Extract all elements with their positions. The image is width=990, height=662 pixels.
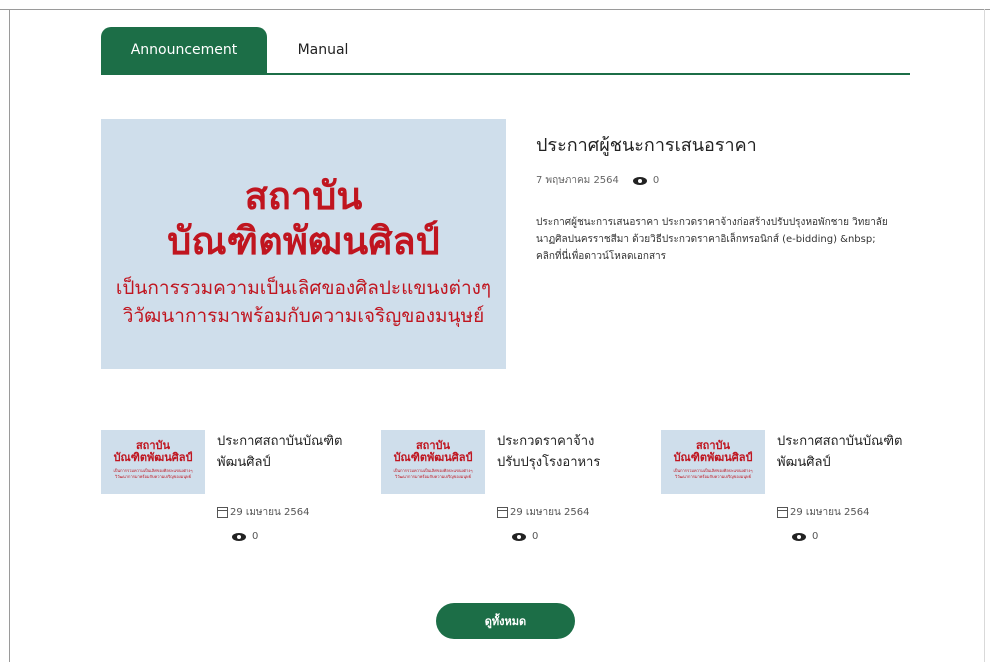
thumb-title-line1: สถาบัน (415, 439, 451, 452)
tab-underline (101, 73, 910, 75)
card-title[interactable]: ประกวดราคาจ้างปรับปรุงโรงอาหาร (497, 431, 627, 473)
tab-manual[interactable]: Manual (267, 27, 379, 73)
thumb-title-line1: สถาบัน (135, 439, 171, 452)
calendar-icon (217, 507, 228, 518)
card-date: 29 เมษายน 2564 (497, 505, 589, 520)
news-card[interactable]: สถาบัน บัณฑิตพัฒนศิลป์ เป็นการรวมความเป็… (661, 430, 921, 560)
card-views: 0 (512, 531, 538, 542)
card-date-text: 29 เมษายน 2564 (230, 507, 310, 518)
frame-border-right (984, 9, 985, 662)
featured-date: 7 พฤษภาคม 2564 (536, 175, 619, 186)
card-view-count: 0 (812, 531, 819, 542)
card-view-count: 0 (252, 531, 259, 542)
card-thumbnail[interactable]: สถาบัน บัณฑิตพัฒนศิลป์ เป็นการรวมความเป็… (101, 430, 205, 494)
thumb-subtitle-line2: วิวัฒนาการมาพร้อมกับความเจริญของมนุษย์ (394, 474, 472, 479)
featured-views: 0 (632, 175, 660, 186)
image-subtitle-line1: เป็นการรวมความเป็นเลิศของศิลปะแขนงต่างๆ (115, 277, 492, 299)
card-views: 0 (792, 531, 818, 542)
card-title[interactable]: ประกาศสถาบันบัณฑิตพัฒนศิลป์ (777, 431, 907, 473)
card-thumbnail[interactable]: สถาบัน บัณฑิตพัฒนศิลป์ เป็นการรวมความเป็… (381, 430, 485, 494)
card-date: 29 เมษายน 2564 (777, 505, 869, 520)
eye-icon (792, 532, 806, 541)
tab-announcement[interactable]: Announcement (101, 27, 267, 73)
card-date-text: 29 เมษายน 2564 (790, 507, 870, 518)
card-date-text: 29 เมษายน 2564 (510, 507, 590, 518)
card-view-count: 0 (532, 531, 539, 542)
frame-border-top (0, 9, 990, 10)
thumb-title-line2: บัณฑิตพัฒนศิลป์ (673, 451, 753, 464)
image-subtitle-line2: วิวัฒนาการมาพร้อมกับความเจริญของมนุษย์ (122, 305, 485, 327)
tab-bar: Announcement Manual (101, 27, 910, 75)
featured-description: ประกาศผู้ชนะการเสนอราคา ประกวดราคาจ้างก่… (536, 217, 888, 262)
frame-border-left (9, 9, 10, 662)
card-title[interactable]: ประกาศสถาบันบัณฑิตพัฒนศิลป์ (217, 431, 347, 473)
news-card[interactable]: สถาบัน บัณฑิตพัฒนศิลป์ เป็นการรวมความเป็… (381, 430, 641, 560)
view-all-button[interactable]: ดูทั้งหมด (436, 603, 575, 639)
image-title-line2: บัณฑิตพัฒนศิลป์ (167, 219, 440, 263)
image-title-line1: สถาบัน (244, 174, 363, 218)
thumb-title-line1: สถาบัน (695, 439, 731, 452)
featured-view-count: 0 (652, 175, 660, 186)
eye-icon (632, 176, 647, 185)
thumb-subtitle-line2: วิวัฒนาการมาพร้อมกับความเจริญของมนุษย์ (114, 474, 192, 479)
card-views: 0 (232, 531, 258, 542)
thumb-title-line2: บัณฑิตพัฒนศิลป์ (113, 451, 193, 464)
thumb-subtitle-line2: วิวัฒนาการมาพร้อมกับความเจริญของมนุษย์ (674, 474, 752, 479)
calendar-icon (497, 507, 508, 518)
featured-meta: 7 พฤษภาคม 2564 0 (536, 173, 659, 188)
eye-icon (512, 532, 526, 541)
thumb-title-line2: บัณฑิตพัฒนศิลป์ (393, 451, 473, 464)
card-date: 29 เมษายน 2564 (217, 505, 309, 520)
calendar-icon (777, 507, 788, 518)
featured-image[interactable]: สถาบัน บัณฑิตพัฒนศิลป์ เป็นการรวมความเป็… (101, 119, 506, 369)
eye-icon (232, 532, 246, 541)
card-thumbnail[interactable]: สถาบัน บัณฑิตพัฒนศิลป์ เป็นการรวมความเป็… (661, 430, 765, 494)
news-card[interactable]: สถาบัน บัณฑิตพัฒนศิลป์ เป็นการรวมความเป็… (101, 430, 361, 560)
featured-title[interactable]: ประกาศผู้ชนะการเสนอราคา (536, 130, 757, 159)
